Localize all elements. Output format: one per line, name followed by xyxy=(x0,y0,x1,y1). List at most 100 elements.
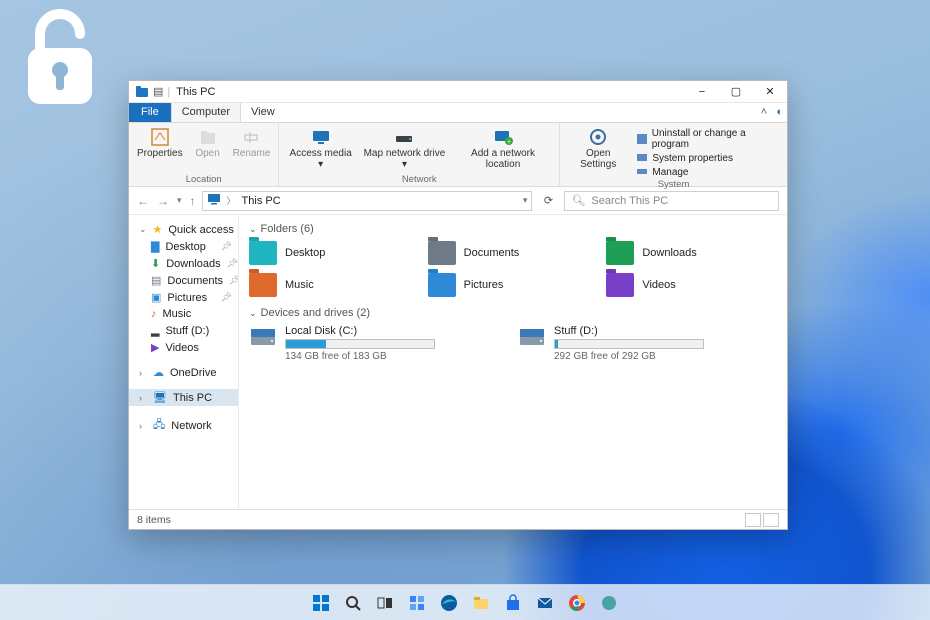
task-view-icon[interactable] xyxy=(374,592,396,614)
uninstall-label: Uninstall or change a program xyxy=(652,128,779,150)
open-button: Open xyxy=(191,126,225,160)
svg-text:+: + xyxy=(507,139,511,146)
manage-label: Manage xyxy=(652,167,688,178)
ribbon-group-network: Access media ▾ Map network drive ▾ + Add… xyxy=(279,123,560,186)
uninstall-program-button[interactable]: Uninstall or change a program xyxy=(636,128,779,150)
folder-icon xyxy=(249,241,277,265)
ribbon-group-location-label: Location xyxy=(186,174,222,185)
nav-history-icon[interactable]: ▾ xyxy=(177,195,182,206)
videos-icon: ▶ xyxy=(151,341,159,354)
refresh-button[interactable]: ⟳ xyxy=(538,194,558,207)
sidebar-item-desktop[interactable]: ▇Desktop📌︎ xyxy=(129,238,238,255)
cloud-icon: ☁ xyxy=(153,366,164,379)
search-placeholder: Search This PC xyxy=(591,195,668,207)
search-icon: 🔍︎ xyxy=(571,194,585,207)
store-icon[interactable] xyxy=(502,592,524,614)
folder-item[interactable]: Downloads xyxy=(606,241,777,265)
sidebar-item-label: Videos xyxy=(165,342,198,354)
sidebar-network-label: Network xyxy=(171,420,211,432)
pc-icon: 🖥︎ xyxy=(153,391,167,404)
menu-computer[interactable]: Computer xyxy=(171,103,241,122)
add-network-location-button[interactable]: + Add a network location xyxy=(455,126,551,170)
folders-section-header[interactable]: ⌄ Folders (6) xyxy=(249,223,777,235)
search-icon[interactable] xyxy=(342,592,364,614)
sidebar-onedrive[interactable]: ›☁OneDrive xyxy=(129,364,238,381)
sidebar-this-pc[interactable]: › 🖥︎ This PC xyxy=(129,389,238,406)
folder-item[interactable]: Documents xyxy=(428,241,599,265)
drives-section-header[interactable]: ⌄ Devices and drives (2) xyxy=(249,307,777,319)
folder-item[interactable]: Music xyxy=(249,273,420,297)
drive-item[interactable]: Stuff (D:)292 GB free of 292 GB xyxy=(518,325,777,362)
folder-item[interactable]: Pictures xyxy=(428,273,599,297)
sidebar-item-documents[interactable]: ▤Documents📌︎ xyxy=(129,272,238,289)
nav-up-icon[interactable]: ↑ xyxy=(190,194,196,208)
sidebar-item-music[interactable]: ♪Music xyxy=(129,306,238,322)
sidebar-network[interactable]: ›🖧︎Network xyxy=(129,414,238,437)
drive-usage-bar xyxy=(285,339,435,349)
nav-forward-icon[interactable]: → xyxy=(157,194,169,208)
sidebar-item-videos[interactable]: ▶ Videos xyxy=(129,339,238,356)
star-icon: ★ xyxy=(153,223,163,236)
drive-item[interactable]: Local Disk (C:)134 GB free of 183 GB xyxy=(249,325,508,362)
qat-save-icon[interactable]: ▤ xyxy=(153,85,163,98)
menu-file[interactable]: File xyxy=(129,103,171,122)
music-icon: ♪ xyxy=(151,308,157,320)
address-bar[interactable]: 〉 This PC ▾ xyxy=(202,191,533,211)
ribbon: Properties Open Rename Location Access m… xyxy=(129,123,787,187)
access-media-button[interactable]: Access media ▾ xyxy=(287,126,354,170)
properties-label: Properties xyxy=(137,149,183,160)
view-details-button[interactable] xyxy=(745,513,761,527)
system-properties-button[interactable]: System properties xyxy=(636,152,779,164)
open-label: Open xyxy=(195,149,219,160)
menu-view[interactable]: View xyxy=(241,103,286,122)
drive-usage-bar xyxy=(554,339,704,349)
drive-free-text: 134 GB free of 183 GB xyxy=(285,351,508,362)
nav-back-icon[interactable]: ← xyxy=(137,194,149,208)
folder-item[interactable]: Videos xyxy=(606,273,777,297)
help-icon[interactable]: ◐ xyxy=(776,106,783,118)
content-area: ⌄ Folders (6) Desktop Documents Downloads M… xyxy=(239,215,787,509)
folder-item[interactable]: Desktop xyxy=(249,241,420,265)
folder-label: Downloads xyxy=(642,247,696,259)
sidebar-quick-access[interactable]: ⌄ ★ Quick access xyxy=(129,221,238,238)
minimize-button[interactable]: − xyxy=(685,81,719,103)
edge-icon[interactable] xyxy=(438,592,460,614)
sidebar-item-stuff[interactable]: ▂ Stuff (D:) xyxy=(129,322,238,339)
misc-app-icon[interactable] xyxy=(598,592,620,614)
sidebar-item-label: Stuff (D:) xyxy=(165,325,209,337)
manage-button[interactable]: Manage xyxy=(636,166,779,178)
sidebar-item-pictures[interactable]: ▣Pictures📌︎ xyxy=(129,289,238,306)
sidebar-this-pc-label: This PC xyxy=(173,392,212,404)
chrome-icon[interactable] xyxy=(566,592,588,614)
folder-label: Pictures xyxy=(464,279,504,291)
map-drive-button[interactable]: Map network drive ▾ xyxy=(362,126,447,170)
drive-free-text: 292 GB free of 292 GB xyxy=(554,351,777,362)
mail-icon[interactable] xyxy=(534,592,556,614)
folder-icon xyxy=(428,273,456,297)
ribbon-collapse-icon[interactable]: ˄ xyxy=(761,106,767,118)
address-dropdown-icon[interactable]: ▾ xyxy=(523,195,528,206)
status-item-count: 8 items xyxy=(137,514,171,526)
open-settings-button[interactable]: Open Settings xyxy=(568,126,628,170)
properties-button[interactable]: Properties xyxy=(137,126,183,160)
map-drive-label: Map network drive ▾ xyxy=(362,149,447,170)
breadcrumb-chevron-icon[interactable]: 〉 xyxy=(227,194,236,207)
maximize-button[interactable]: ▢ xyxy=(719,81,753,103)
sidebar-item-downloads[interactable]: ⬇Downloads📌︎ xyxy=(129,255,238,272)
chevron-right-icon: › xyxy=(139,393,147,403)
start-icon[interactable] xyxy=(310,592,332,614)
view-large-button[interactable] xyxy=(763,513,779,527)
drive-icon: ▂ xyxy=(151,324,159,337)
search-box[interactable]: 🔍︎ Search This PC xyxy=(564,191,779,211)
breadcrumb-this-pc[interactable]: This PC xyxy=(242,195,281,207)
add-network-location-label: Add a network location xyxy=(455,149,551,170)
file-explorer-window: ▤ | This PC − ▢ ✕ File Computer View ˄ ◐… xyxy=(128,80,788,530)
nav-pane: ⌄ ★ Quick access ▇Desktop📌︎ ⬇Downloads📌︎… xyxy=(129,215,239,509)
chevron-right-icon: › xyxy=(139,368,147,378)
widgets-icon[interactable] xyxy=(406,592,428,614)
close-button[interactable]: ✕ xyxy=(753,81,787,103)
titlebar[interactable]: ▤ | This PC − ▢ ✕ xyxy=(129,81,787,103)
explorer-icon[interactable] xyxy=(470,592,492,614)
chevron-right-icon: › xyxy=(139,421,147,431)
desktop-icon: ▇ xyxy=(151,240,159,253)
